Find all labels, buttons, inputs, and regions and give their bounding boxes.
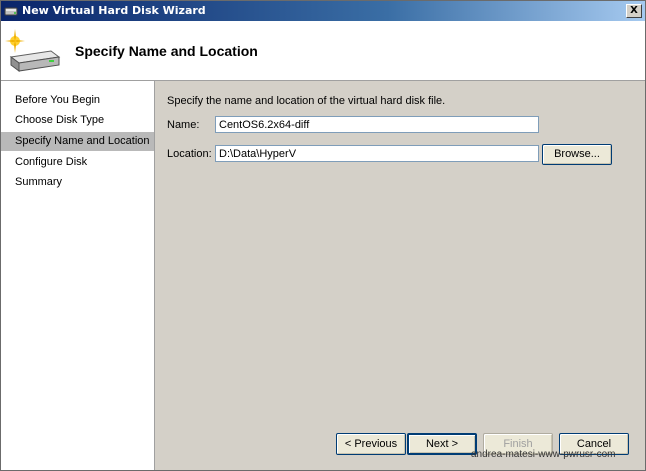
close-icon: X bbox=[630, 5, 638, 16]
sidebar-item-choose-disk-type[interactable]: Choose Disk Type bbox=[1, 111, 154, 130]
location-input[interactable] bbox=[215, 145, 539, 162]
sidebar-item-before-you-begin[interactable]: Before You Begin bbox=[1, 91, 154, 110]
watermark-text: andrea-matesi-www-pwrusr-com bbox=[471, 449, 616, 460]
hard-disk-wizard-icon bbox=[5, 29, 61, 72]
next-button[interactable]: Next > bbox=[407, 433, 477, 455]
window-title: New Virtual Hard Disk Wizard bbox=[22, 4, 206, 17]
name-label: Name: bbox=[167, 119, 200, 131]
instruction-text: Specify the name and location of the vir… bbox=[167, 95, 446, 107]
page-title: Specify Name and Location bbox=[75, 43, 258, 59]
sidebar-item-configure-disk[interactable]: Configure Disk bbox=[1, 153, 154, 172]
previous-button[interactable]: < Previous bbox=[336, 433, 406, 455]
wizard-window: New Virtual Hard Disk Wizard X Specify N… bbox=[0, 0, 646, 471]
wizard-header: Specify Name and Location bbox=[1, 21, 645, 81]
wizard-step-list: Before You Begin Choose Disk Type Specif… bbox=[1, 81, 155, 470]
close-button[interactable]: X bbox=[626, 4, 642, 18]
wizard-content: Specify the name and location of the vir… bbox=[155, 81, 645, 470]
location-label: Location: bbox=[167, 148, 212, 160]
sparkle-icon bbox=[5, 29, 25, 53]
name-input[interactable] bbox=[215, 116, 539, 133]
hard-disk-icon bbox=[4, 7, 18, 16]
browse-button[interactable]: Browse... bbox=[542, 144, 612, 165]
title-bar[interactable]: New Virtual Hard Disk Wizard X bbox=[1, 1, 645, 21]
sidebar-item-specify-name-and-location[interactable]: Specify Name and Location bbox=[1, 132, 154, 151]
sidebar-item-summary[interactable]: Summary bbox=[1, 173, 154, 192]
